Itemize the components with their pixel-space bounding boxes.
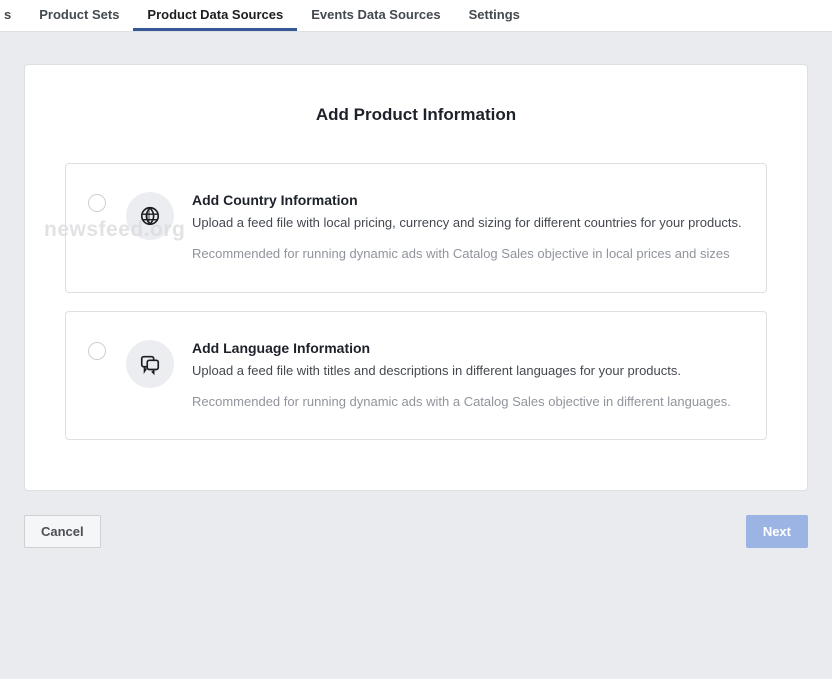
option-country-text: Add Country Information Upload a feed fi… xyxy=(192,192,744,264)
option-language-rec: Recommended for running dynamic ads with… xyxy=(192,393,744,412)
tab-cut[interactable]: s xyxy=(0,0,25,31)
option-add-country[interactable]: Add Country Information Upload a feed fi… xyxy=(65,163,767,293)
radio-language[interactable] xyxy=(88,342,106,360)
option-country-desc: Upload a feed file with local pricing, c… xyxy=(192,214,744,233)
tab-events-data-sources[interactable]: Events Data Sources xyxy=(297,0,454,31)
next-button[interactable]: Next xyxy=(746,515,808,548)
page-title: Add Product Information xyxy=(65,105,767,125)
tab-bar: s Product Sets Product Data Sources Even… xyxy=(0,0,832,32)
tab-product-data-sources[interactable]: Product Data Sources xyxy=(133,0,297,31)
main-card: Add Product Information Add Country Info… xyxy=(24,64,808,491)
option-language-text: Add Language Information Upload a feed f… xyxy=(192,340,744,412)
option-add-language[interactable]: Add Language Information Upload a feed f… xyxy=(65,311,767,441)
cancel-button[interactable]: Cancel xyxy=(24,515,101,548)
tab-settings[interactable]: Settings xyxy=(455,0,534,31)
tab-product-sets[interactable]: Product Sets xyxy=(25,0,133,31)
footer: Cancel Next xyxy=(0,515,832,568)
page-body: Add Product Information Add Country Info… xyxy=(0,32,832,515)
option-country-rec: Recommended for running dynamic ads with… xyxy=(192,245,744,264)
option-language-desc: Upload a feed file with titles and descr… xyxy=(192,362,744,381)
option-country-title: Add Country Information xyxy=(192,192,744,208)
globe-icon xyxy=(126,192,174,240)
language-icon xyxy=(126,340,174,388)
option-language-title: Add Language Information xyxy=(192,340,744,356)
radio-country[interactable] xyxy=(88,194,106,212)
